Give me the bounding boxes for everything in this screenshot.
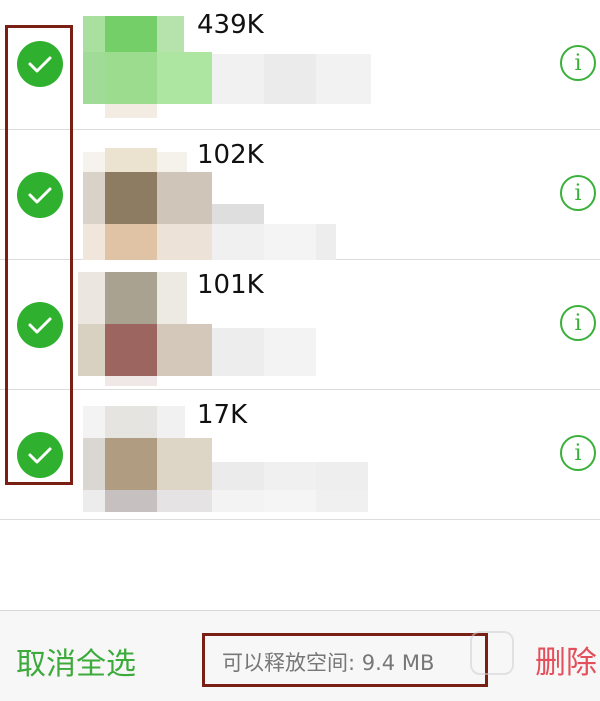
list-item[interactable]: 17K i [0,390,600,520]
list-item[interactable]: 439K i [0,0,600,130]
list-item[interactable]: 102K i [0,130,600,260]
info-icon[interactable]: i [560,435,596,471]
info-icon[interactable]: i [560,45,596,81]
annotation-box-checkmarks [5,25,73,485]
file-size: 439K [187,8,274,42]
file-size: 101K [187,268,274,302]
file-size: 17K [187,398,258,432]
watermark-icon [470,631,514,675]
cancel-select-all-button[interactable]: 取消全选 [16,639,136,683]
info-icon[interactable]: i [560,305,596,341]
file-size: 102K [187,138,274,172]
info-icon[interactable]: i [560,175,596,211]
delete-button[interactable]: 删除 [535,637,597,682]
list-item[interactable]: 101K i [0,260,600,390]
free-space-label: 可以释放空间: 9.4 MB [222,651,435,675]
bottom-toolbar: 取消全选 可以释放空间: 9.4 MB 删除 [0,610,600,701]
file-list: 439K i 102K i 101K i 17K i [0,0,600,520]
